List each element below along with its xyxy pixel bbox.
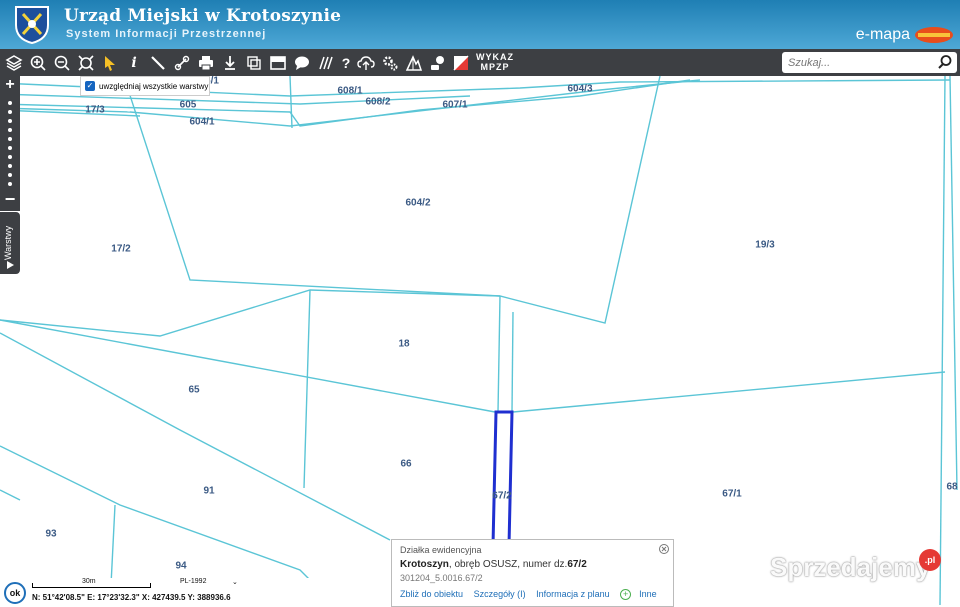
parcel-label: 605 [179,99,197,111]
brand-logo-icon [915,27,953,43]
parcel-label: 17/2 [111,243,131,255]
red-flag-icon[interactable] [450,49,472,76]
info-icon[interactable]: i [123,49,145,76]
zoom-level-dot[interactable] [8,164,12,168]
watermark-badge: .pl [919,549,941,571]
parcel-label: 604/3 [567,83,593,95]
zoom-out-icon[interactable] [51,49,73,76]
parcel-label: 66 [400,458,412,470]
ok-button[interactable]: ok [4,582,26,604]
copy-icon[interactable] [243,49,265,76]
parcel-label: 604/1 [189,116,215,128]
status-bar: ok 30m PL-1992 ⌄ N: 51°42'08.5" E: 17°23… [0,578,390,605]
popup-number-prefix: , numer dz. [517,559,568,570]
mpzp-label: MPZP [480,62,510,72]
brand-name: e-mapa [855,26,910,43]
plus-circle-icon[interactable]: + [620,589,632,601]
zoom-level-dot[interactable] [8,173,12,177]
details-link[interactable]: Szczegóły (I) [474,589,526,599]
wykaz-mpzp-button[interactable]: WYKAZ MPZP [476,52,514,72]
other-link[interactable]: Inne [639,589,657,599]
popup-number: 67/2 [567,559,587,570]
zoom-level-dot[interactable] [8,155,12,159]
all-layers-checkbox-row[interactable]: ✓ uwzględniaj wszystkie warstwy [80,76,210,96]
popup-links: Zbliż do obiektu Szczegóły (I) Informacj… [400,589,665,601]
crs-select[interactable]: PL-1992 [180,578,206,585]
parcel-label: 18 [398,338,410,350]
zoom-extent-icon[interactable] [75,49,97,76]
parcel-label: 93 [45,528,57,540]
zoom-level-dot[interactable] [8,128,12,132]
zoom-to-object-link[interactable]: Zbliż do obiektu [400,589,463,599]
hatch-icon[interactable] [315,49,337,76]
print-icon[interactable] [195,49,217,76]
pin-icon[interactable] [427,49,449,76]
map-canvas[interactable]: 5/1 608/1 608/2 607/1 604/3 17/3 605 604… [0,76,960,605]
zoom-level-dot[interactable] [8,137,12,141]
zoom-bar: + − [0,76,20,211]
app-subtitle: System Informacji Przestrzennej [66,28,267,40]
city-crest-icon [15,6,49,45]
parcel-label: 67/1 [722,488,742,500]
all-layers-label: uwzględniaj wszystkie warstwy [99,81,209,91]
parcel-label: 607/1 [442,99,468,111]
popup-city: Krotoszyn [400,559,449,570]
plan-info-link[interactable]: Informacja z planu [536,589,610,599]
parcel-label: 94 [175,560,187,572]
zoom-minus-icon[interactable]: − [0,189,20,210]
parcel-label: 19/3 [755,239,775,251]
parcel-label: 17/3 [85,104,105,116]
zoom-level-dot[interactable] [8,119,12,123]
layers-tab-label: Warstwy [3,225,13,260]
header-bar: Urząd Miejski w Krotoszynie System Infor… [0,0,960,49]
zoom-in-icon[interactable] [27,49,49,76]
parcel-info-popup: Działka ewidencyjna Krotoszyn, obręb OSU… [391,539,674,607]
measure-icon[interactable] [147,49,169,76]
parcel-label: 91 [203,485,215,497]
zoom-level-dot[interactable] [8,182,12,186]
parcel-label: 65 [188,384,200,396]
help-icon[interactable]: ? [335,49,357,76]
search-box [782,52,957,73]
checkbox-checked-icon[interactable]: ✓ [85,81,95,91]
cloud-upload-icon[interactable] [355,49,377,76]
parcel-label: 68 [946,481,958,493]
popup-parcel-description: Krotoszyn, obręb OSUSZ, numer dz.67/2 [400,559,587,570]
parcel-label: 608/1 [337,85,363,97]
scale-label: 30m [82,578,96,585]
panel-icon[interactable] [267,49,289,76]
chevron-down-icon[interactable]: ⌄ [232,578,238,586]
zoom-level-dot[interactable] [8,146,12,150]
parcel-label: 608/2 [365,96,391,108]
comment-icon[interactable] [291,49,313,76]
zoom-level-dot[interactable] [8,110,12,114]
play-arrow-icon [7,261,14,269]
close-icon[interactable] [659,544,669,554]
zoom-plus-icon[interactable]: + [0,76,20,94]
search-icon[interactable] [937,54,953,70]
popup-title: Działka ewidencyjna [400,545,482,555]
search-input[interactable] [782,52,944,73]
popup-district: OSUSZ [482,559,518,570]
coordinates-readout: N: 51°42'08.5" E: 17°23'32.3" X: 427439.… [32,593,231,602]
popup-district-prefix: , obręb [448,559,483,570]
parcel-label: 67/2 [492,490,512,502]
app-title: Urząd Miejski w Krotoszynie [64,6,342,26]
layers-tab[interactable]: Warstwy [0,212,20,274]
select-arrow-icon[interactable] [99,49,121,76]
zoom-level-dot[interactable] [8,101,12,105]
terrain-icon[interactable] [403,49,425,76]
watermark-text: Sprzedajemy [770,552,931,582]
settings-icon[interactable] [379,49,401,76]
layers-icon[interactable] [3,49,25,76]
parcel-lines [0,76,958,605]
parcel-label: 604/2 [405,197,431,209]
popup-parcel-id: 301204_5.0016.67/2 [400,573,483,583]
wykaz-label: WYKAZ [476,52,514,62]
download-icon[interactable] [219,49,241,76]
link-icon[interactable] [171,49,193,76]
